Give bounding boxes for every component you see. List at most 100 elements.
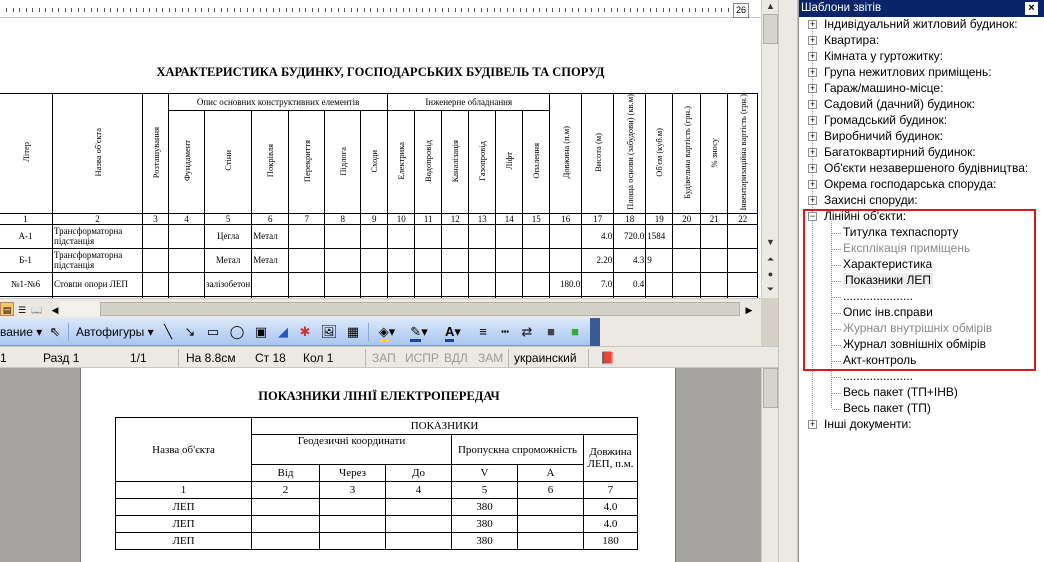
clipart-icon[interactable]: 🖼 bbox=[320, 324, 338, 340]
ruler-tick bbox=[480, 8, 482, 12]
autoshapes-button[interactable]: Автофигуры ▾ bbox=[76, 324, 154, 340]
expand-icon[interactable]: + bbox=[808, 420, 817, 429]
arrow-style-icon[interactable]: ⇄ bbox=[518, 324, 536, 340]
tree-item[interactable]: Інші документи: bbox=[824, 417, 912, 432]
scroll-up-icon[interactable]: ▲ bbox=[764, 0, 777, 13]
tree-child-item[interactable]: Весь пакет (ТП+ІНВ) bbox=[843, 385, 958, 400]
print-layout-view-icon[interactable]: ▤ bbox=[0, 302, 14, 316]
word-app-window: 26 ХАРАКТЕРИСТИКА БУДИНКУ, ГОСПОДАРСЬКИХ… bbox=[0, 0, 1044, 562]
scroll-down-icon[interactable]: ▼ bbox=[764, 236, 777, 249]
horizontal-ruler[interactable]: 26 bbox=[0, 3, 761, 18]
lep-header-capacity: Пропускна спроможність bbox=[451, 434, 584, 465]
ruler-tick bbox=[324, 8, 326, 12]
expand-icon[interactable]: + bbox=[808, 148, 817, 157]
hscroll-thumb[interactable] bbox=[100, 302, 740, 316]
toolbar-options-icon[interactable] bbox=[590, 318, 600, 346]
close-icon[interactable]: × bbox=[1025, 2, 1038, 15]
panel-splitter[interactable] bbox=[778, 0, 798, 562]
status-extend[interactable]: ВДЛ bbox=[444, 351, 468, 365]
vertical-scrollbar-top[interactable]: ▲ ▼ ⏶ ● ⏷ bbox=[761, 0, 778, 298]
ruler-tick bbox=[662, 8, 664, 12]
diagram-icon[interactable]: ✱ bbox=[296, 324, 314, 340]
status-rec[interactable]: ЗАП bbox=[372, 351, 396, 365]
expand-icon[interactable]: + bbox=[808, 20, 817, 29]
expand-icon[interactable]: + bbox=[808, 132, 817, 141]
table-row: Б-1 Трансформаторна підстанція Метал Метал 2… bbox=[0, 247, 759, 273]
ruler-tick bbox=[428, 8, 430, 12]
cell-empty bbox=[672, 247, 702, 273]
expand-icon[interactable]: + bbox=[808, 36, 817, 45]
expand-icon[interactable]: + bbox=[808, 164, 817, 173]
expand-icon[interactable]: + bbox=[808, 196, 817, 205]
tree-item[interactable]: Об'єкти незавершеного будівництва: bbox=[824, 161, 1028, 176]
expand-icon[interactable]: + bbox=[808, 84, 817, 93]
ruler-marker[interactable]: 26 bbox=[733, 3, 750, 18]
expand-icon[interactable]: + bbox=[808, 180, 817, 189]
status-track[interactable]: ИСПР bbox=[405, 351, 439, 365]
status-section: Разд 1 bbox=[43, 351, 80, 365]
ruler-tick bbox=[727, 8, 729, 12]
line-color-icon[interactable]: ✎▾ bbox=[406, 324, 432, 342]
next-page-icon[interactable]: ⏷ bbox=[764, 283, 777, 296]
tree-item[interactable]: Індивідуальний житловий будинок: bbox=[824, 17, 1018, 32]
tree-child-item[interactable]: ..................... bbox=[843, 369, 913, 384]
outline-view-icon[interactable]: ☰ bbox=[15, 302, 29, 316]
cell-empty bbox=[672, 271, 702, 297]
rectangle-icon[interactable]: ▭ bbox=[204, 324, 222, 340]
tree-item[interactable]: Виробничий будинок: bbox=[824, 129, 943, 144]
drawing-toolbar: вание ▾ ⇖ Автофигуры ▾ ╲ ↘ ▭ ◯ ▣ ◢ ✱ 🖼 ▦… bbox=[0, 318, 600, 346]
vertical-scrollbar-bottom[interactable] bbox=[761, 368, 778, 562]
expand-icon[interactable]: + bbox=[808, 52, 817, 61]
cell-empty bbox=[414, 223, 443, 249]
tree-item[interactable]: Захисні споруди: bbox=[824, 193, 918, 208]
tree-item[interactable]: Садовий (дачний) будинок: bbox=[824, 97, 975, 112]
fill-color-icon[interactable]: ◈▾ bbox=[374, 324, 400, 342]
document-top-view[interactable]: 26 ХАРАКТЕРИСТИКА БУДИНКУ, ГОСПОДАРСЬКИХ… bbox=[0, 0, 761, 298]
horizontal-scrollbar[interactable]: ▤ ☰ 📖 ◀ ▶ bbox=[0, 298, 761, 318]
tree-item[interactable]: Окрема господарська споруда: bbox=[824, 177, 996, 192]
browse-object-icon[interactable]: ● bbox=[764, 268, 777, 281]
draw-menu-button[interactable]: вание ▾ bbox=[0, 324, 42, 340]
spelling-status-icon[interactable]: 📕 bbox=[600, 351, 615, 365]
shadow-icon[interactable]: ■ bbox=[542, 324, 560, 340]
tree-item[interactable]: Група нежитлових приміщень: bbox=[824, 65, 992, 80]
tree-item[interactable]: Гараж/машино-місце: bbox=[824, 81, 943, 96]
scroll-thumb[interactable] bbox=[763, 14, 778, 44]
tree-item[interactable]: Багатоквартирний будинок: bbox=[824, 145, 976, 160]
ruler-tick bbox=[194, 8, 196, 12]
font-color-icon[interactable]: A▾ bbox=[440, 324, 466, 342]
status-language[interactable]: украинский bbox=[514, 351, 577, 365]
document-page-2[interactable]: ПОКАЗНИКИ ЛІНІЇ ЕЛЕКТРОПЕРЕДАЧ Назва об'… bbox=[80, 368, 676, 562]
3d-icon[interactable]: ■ bbox=[566, 324, 584, 340]
document-page-1[interactable]: ХАРАКТЕРИСТИКА БУДИНКУ, ГОСПОДАРСЬКИХ БУ… bbox=[0, 19, 761, 298]
cell-vys: 2.20 bbox=[581, 247, 615, 273]
tree-child-item[interactable]: Весь пакет (ТП) bbox=[843, 401, 931, 416]
oval-icon[interactable]: ◯ bbox=[228, 324, 246, 340]
ruler-tick bbox=[376, 8, 378, 12]
select-objects-icon[interactable]: ⇖ bbox=[48, 324, 62, 340]
column-number: 4 bbox=[168, 212, 205, 225]
scroll-thumb-bottom[interactable] bbox=[763, 368, 778, 408]
cell-empty bbox=[319, 532, 386, 550]
expand-icon[interactable]: + bbox=[808, 116, 817, 125]
picture-icon[interactable]: ▦ bbox=[344, 324, 362, 340]
tree-item[interactable]: Кімната у гуртожитку: bbox=[824, 49, 943, 64]
dash-style-icon[interactable]: ┅ bbox=[496, 324, 514, 340]
expand-icon[interactable]: + bbox=[808, 100, 817, 109]
status-overtype[interactable]: ЗАМ bbox=[478, 351, 503, 365]
tree-item[interactable]: Громадський будинок: bbox=[824, 113, 947, 128]
arrow-icon[interactable]: ↘ bbox=[182, 324, 198, 340]
tree-item[interactable]: Квартира: bbox=[824, 33, 879, 48]
cell-empty bbox=[468, 223, 497, 249]
expand-icon[interactable]: + bbox=[808, 68, 817, 77]
reading-view-icon[interactable]: 📖 bbox=[30, 302, 44, 316]
scroll-right-icon[interactable]: ▶ bbox=[742, 302, 756, 316]
line-style-icon[interactable]: ≡ bbox=[474, 324, 492, 340]
wordart-icon[interactable]: ◢ bbox=[274, 324, 292, 340]
cell-empty bbox=[387, 223, 416, 249]
line-icon[interactable]: ╲ bbox=[160, 324, 176, 340]
ruler-tick bbox=[519, 8, 521, 12]
textbox-icon[interactable]: ▣ bbox=[252, 324, 270, 340]
prev-page-icon[interactable]: ⏶ bbox=[764, 253, 777, 266]
lep-header-from: Від bbox=[251, 464, 320, 482]
